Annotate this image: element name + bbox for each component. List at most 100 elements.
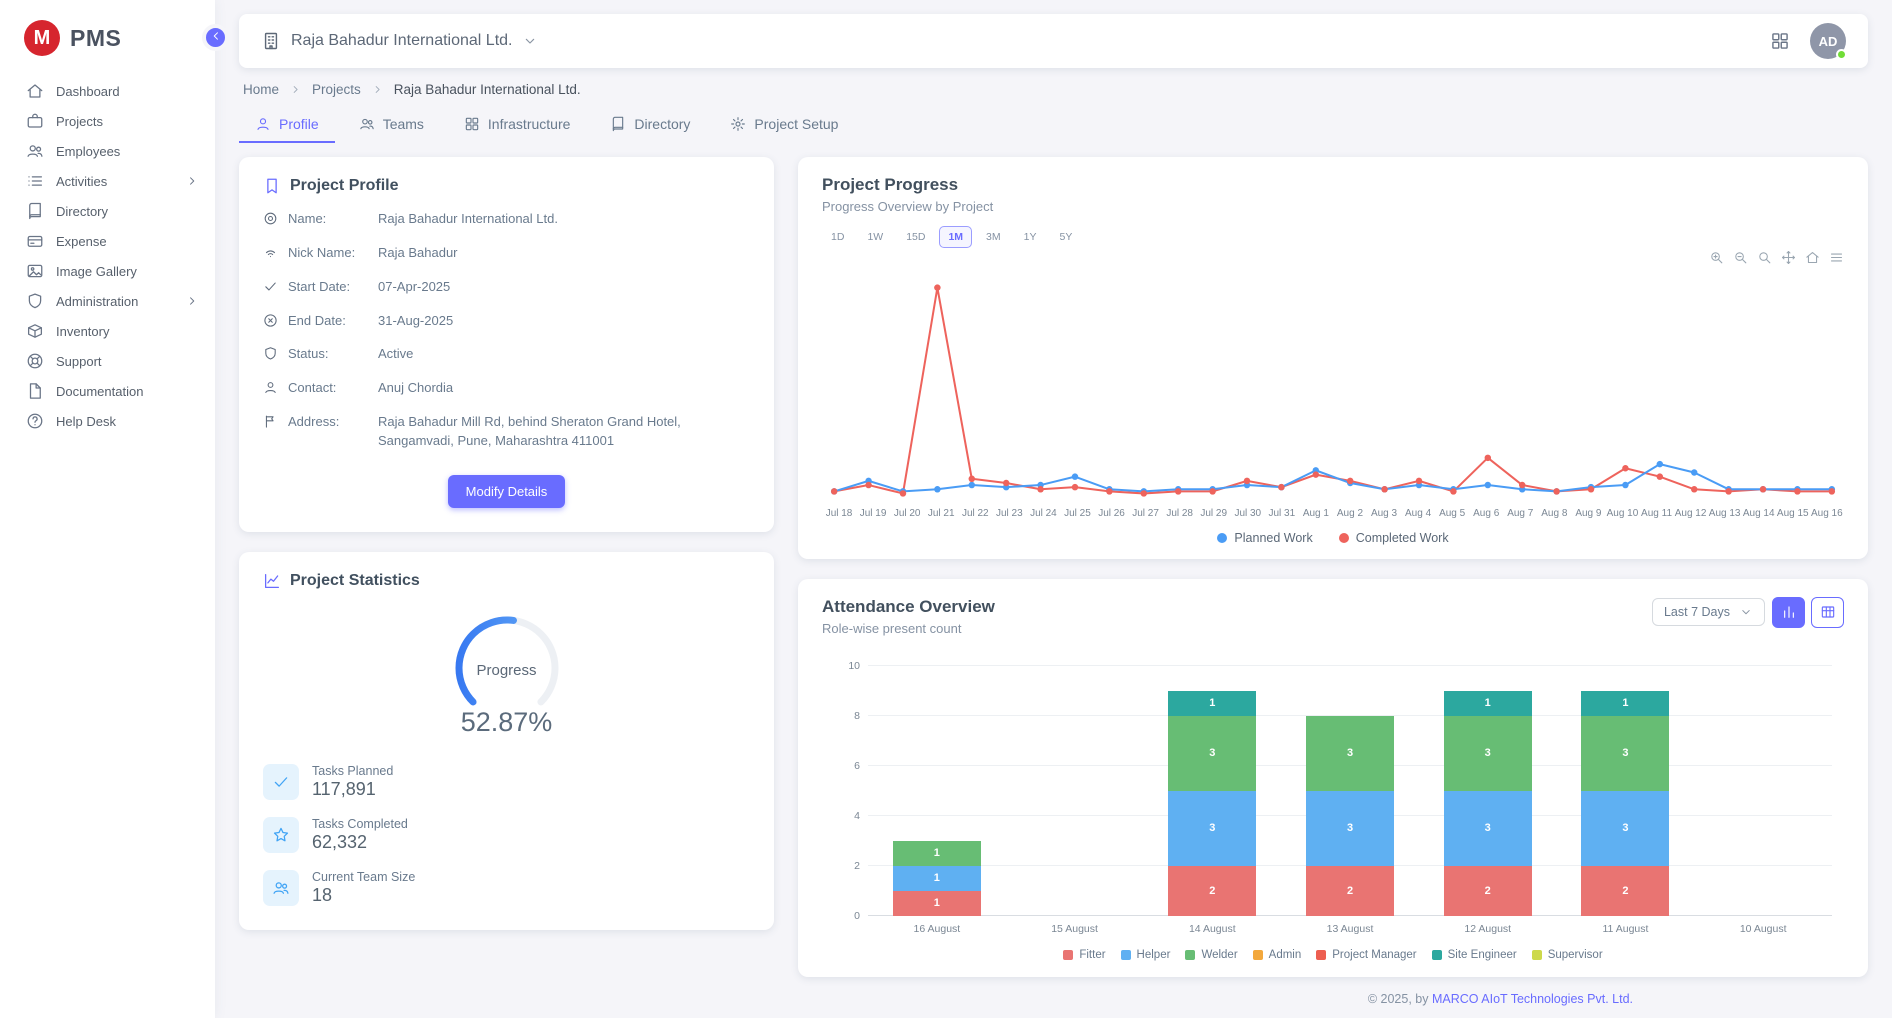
home-button[interactable]	[1805, 250, 1820, 265]
field-value: Raja Bahadur Mill Rd, behind Sheraton Gr…	[378, 413, 750, 451]
user-avatar[interactable]: AD	[1810, 23, 1846, 59]
legend-item-fitter[interactable]: Fitter	[1063, 949, 1105, 961]
stacked-bar[interactable]: 2331	[1444, 691, 1532, 916]
search-icon	[1757, 250, 1772, 265]
breadcrumb-item-projects[interactable]: Projects	[312, 82, 361, 97]
sidebar-item-directory[interactable]: Directory	[0, 196, 215, 226]
legend-item-helper[interactable]: Helper	[1121, 949, 1171, 961]
legend-item-welder[interactable]: Welder	[1185, 949, 1237, 961]
sidebar-item-dashboard[interactable]: Dashboard	[0, 76, 215, 106]
bar-segment-site-engineer[interactable]: 1	[1168, 691, 1256, 716]
x-tick-label: Jul 21	[924, 508, 958, 519]
sidebar-item-image-gallery[interactable]: Image Gallery	[0, 256, 215, 286]
range-button-1d[interactable]: 1D	[822, 226, 853, 248]
range-button-5y[interactable]: 5Y	[1050, 226, 1081, 248]
bar-segment-helper[interactable]: 3	[1581, 791, 1669, 866]
bar-segment-welder[interactable]: 3	[1168, 716, 1256, 791]
stacked-bar[interactable]: 233	[1306, 716, 1394, 916]
range-button-3m[interactable]: 3M	[977, 226, 1010, 248]
bar-segment-helper[interactable]: 3	[1168, 791, 1256, 866]
range-button-1m[interactable]: 1M	[939, 226, 972, 248]
bar-segment-fitter[interactable]: 2	[1306, 866, 1394, 916]
zoom-in-button[interactable]	[1709, 250, 1724, 265]
legend-item-completed-work[interactable]: Completed Work	[1339, 531, 1449, 545]
bar-segment-site-engineer[interactable]: 1	[1444, 691, 1532, 716]
bar-segment-value: 3	[1209, 822, 1215, 834]
field-value: Raja Bahadur International Ltd.	[378, 210, 750, 229]
sidebar: M PMS DashboardProjectsEmployeesActiviti…	[0, 0, 215, 1018]
range-button-1y[interactable]: 1Y	[1015, 226, 1046, 248]
breadcrumb-separator	[289, 83, 302, 96]
sidebar-item-expense[interactable]: Expense	[0, 226, 215, 256]
y-tick-label: 2	[830, 860, 860, 872]
field-row-name: Name:Raja Bahadur International Ltd.	[263, 210, 750, 229]
toggle-bar-chart-view[interactable]	[1772, 597, 1805, 628]
bar-segment-welder[interactable]: 3	[1444, 716, 1532, 791]
bar-segment-fitter[interactable]: 1	[893, 891, 981, 916]
legend-item-planned-work[interactable]: Planned Work	[1217, 531, 1312, 545]
stat-iconbox	[263, 817, 299, 853]
breadcrumb-item-home[interactable]: Home	[243, 82, 279, 97]
sidebar-item-support[interactable]: Support	[0, 346, 215, 376]
bar-segment-site-engineer[interactable]: 1	[1581, 691, 1669, 716]
bar-segment-helper[interactable]: 3	[1444, 791, 1532, 866]
tab-project-setup[interactable]: Project Setup	[714, 105, 854, 143]
tab-infrastructure[interactable]: Infrastructure	[448, 105, 586, 143]
modify-details-button[interactable]: Modify Details	[448, 475, 566, 508]
bar-segment-fitter[interactable]: 2	[1168, 866, 1256, 916]
bar-segment-helper[interactable]: 3	[1306, 791, 1394, 866]
y-tick-label: 0	[830, 910, 860, 922]
menu-button[interactable]	[1829, 250, 1844, 265]
range-button-15d[interactable]: 15D	[897, 226, 934, 248]
x-tick-label: Aug 16	[1810, 508, 1844, 519]
field-label: Start Date:	[288, 278, 368, 297]
app-logo[interactable]: M PMS	[0, 16, 215, 76]
sidebar-item-projects[interactable]: Projects	[0, 106, 215, 136]
sidebar-item-documentation[interactable]: Documentation	[0, 376, 215, 406]
bar-segment-welder[interactable]: 3	[1306, 716, 1394, 791]
sidebar-item-inventory[interactable]: Inventory	[0, 316, 215, 346]
bar-segment-value: 3	[1622, 822, 1628, 834]
apps-grid-icon[interactable]	[1770, 31, 1790, 51]
footer-company-link[interactable]: MARCO AIoT Technologies Pvt. Ltd.	[1432, 992, 1633, 1006]
range-button-1w[interactable]: 1W	[858, 226, 892, 248]
sidebar-item-employees[interactable]: Employees	[0, 136, 215, 166]
sidebar-item-help-desk[interactable]: Help Desk	[0, 406, 215, 436]
bar-segment-fitter[interactable]: 2	[1581, 866, 1669, 916]
stacked-bar[interactable]: 111	[893, 841, 981, 916]
date-range-select[interactable]: Last 7 Days	[1652, 598, 1765, 626]
bar-segment-welder[interactable]: 3	[1581, 716, 1669, 791]
move-button[interactable]	[1781, 250, 1796, 265]
tab-directory[interactable]: Directory	[594, 105, 706, 143]
toggle-table-view[interactable]	[1811, 597, 1844, 628]
sidebar-item-administration[interactable]: Administration	[0, 286, 215, 316]
legend-color-dot	[1339, 533, 1349, 543]
tab-teams[interactable]: Teams	[343, 105, 440, 143]
tab-profile[interactable]: Profile	[239, 105, 335, 143]
sidebar-collapse-button[interactable]	[202, 24, 229, 51]
bar-segment-welder[interactable]: 1	[893, 841, 981, 866]
profile-fields: Name:Raja Bahadur International Ltd.Nick…	[263, 210, 750, 451]
y-tick-label: 6	[830, 760, 860, 772]
check-icon	[272, 773, 290, 791]
legend-color-swatch	[1316, 950, 1326, 960]
legend-item-project-manager[interactable]: Project Manager	[1316, 949, 1416, 961]
search-button[interactable]	[1757, 250, 1772, 265]
building-icon	[261, 31, 281, 51]
sidebar-item-activities[interactable]: Activities	[0, 166, 215, 196]
company-selector[interactable]: Raja Bahadur International Ltd.	[261, 31, 538, 51]
bar-segment-helper[interactable]: 1	[893, 866, 981, 891]
briefcase-icon	[26, 112, 44, 130]
bar-slot-16-august: 111	[868, 666, 1006, 916]
zoom-in-icon	[1709, 250, 1724, 265]
progress-line-chart[interactable]	[822, 267, 1844, 508]
bar-segment-fitter[interactable]: 2	[1444, 866, 1532, 916]
stacked-bar[interactable]: 2331	[1581, 691, 1669, 916]
legend-item-supervisor[interactable]: Supervisor	[1532, 949, 1603, 961]
stacked-bar[interactable]: 2331	[1168, 691, 1256, 916]
zoom-out-button[interactable]	[1733, 250, 1748, 265]
breadcrumb-separator	[371, 83, 384, 96]
legend-item-site-engineer[interactable]: Site Engineer	[1432, 949, 1517, 961]
legend-item-admin[interactable]: Admin	[1253, 949, 1302, 961]
broadcast-icon	[263, 245, 278, 260]
